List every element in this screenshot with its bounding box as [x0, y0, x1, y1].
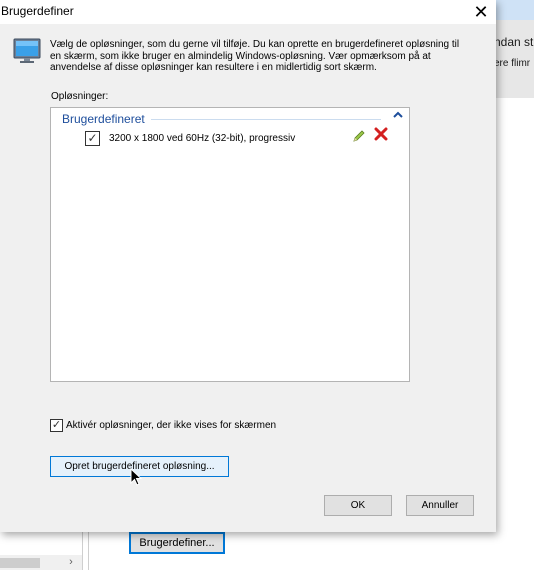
background-divider	[88, 532, 89, 570]
scroll-right-arrow-icon[interactable]: ›	[64, 555, 78, 570]
background-subtext: ere flimr	[494, 58, 531, 69]
enable-unlisted-label: Aktivér opløsninger, der ikke vises for …	[66, 420, 277, 431]
resolution-label: 3200 x 1800 ved 60Hz (32-bit), progressi…	[109, 133, 296, 144]
ok-button[interactable]: OK	[324, 495, 392, 516]
customize-dialog: Brugerdefiner ✕ Vælg de opløsninger, som…	[0, 0, 496, 532]
background-horizontal-scrollbar[interactable]: ›	[0, 555, 82, 570]
dialog-title: Brugerdefiner	[1, 4, 74, 18]
enable-unlisted-checkbox[interactable]: ✓	[50, 419, 63, 432]
resolution-checkbox[interactable]: ✓	[85, 131, 100, 146]
title-bar: Brugerdefiner ✕	[0, 0, 496, 24]
monitor-icon	[13, 38, 41, 63]
intro-text: Vælg de opløsninger, som du gerne vil ti…	[50, 39, 460, 73]
cancel-button[interactable]: Annuller	[406, 495, 474, 516]
close-button[interactable]: ✕	[466, 0, 496, 24]
background-header-text: ndan st	[494, 35, 534, 49]
resolutions-label: Opløsninger:	[51, 91, 109, 102]
chevron-up-icon[interactable]	[390, 109, 406, 125]
background-divider	[82, 532, 83, 570]
pencil-icon[interactable]	[351, 128, 367, 144]
group-divider	[151, 119, 381, 120]
group-header-custom[interactable]: Brugerdefineret	[62, 112, 145, 126]
background-customize-button[interactable]: Brugerdefiner...	[129, 532, 225, 554]
delete-x-icon[interactable]	[373, 127, 389, 143]
scrollbar-thumb[interactable]	[0, 558, 40, 568]
mouse-cursor-icon	[130, 468, 142, 486]
background-accent	[496, 0, 534, 20]
resolutions-list[interactable]: Brugerdefineret ✓ 3200 x 1800 ved 60Hz (…	[50, 107, 410, 382]
